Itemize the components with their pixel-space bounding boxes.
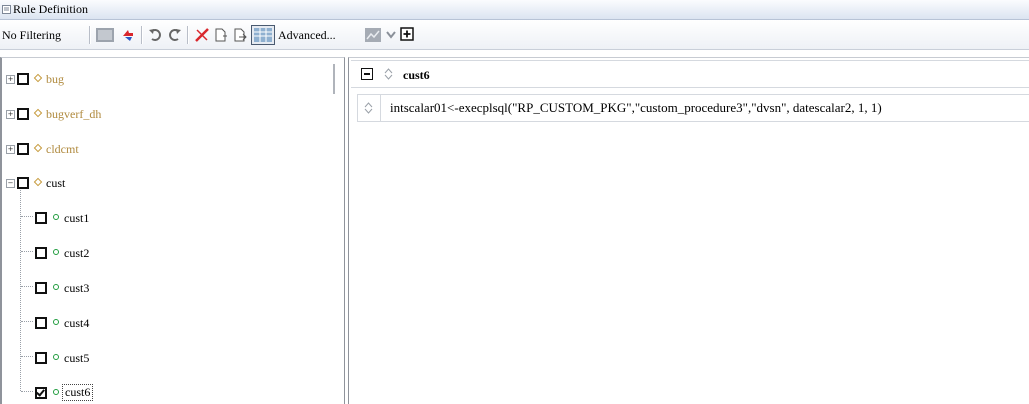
rule-icon (53, 284, 59, 290)
checkbox[interactable] (35, 317, 47, 329)
splitter-handle[interactable] (333, 64, 335, 94)
checkbox[interactable] (17, 177, 29, 189)
updown-icon[interactable] (384, 68, 393, 80)
expand-icon[interactable]: + (6, 75, 15, 84)
collapse-icon[interactable] (361, 68, 373, 80)
tree-item-label: cust2 (64, 246, 90, 260)
tree-item-label: bug (46, 72, 64, 86)
function-icon (33, 108, 43, 118)
chevron-down-icon[interactable] (386, 31, 396, 39)
rule-statement-row[interactable]: intscalar01<-execplsql("RP_CUSTOM_PKG","… (357, 94, 1029, 122)
tree-item-cust4[interactable]: cust4 (2, 316, 332, 332)
insert-before-icon[interactable] (214, 28, 228, 42)
tree-item-label: cust4 (64, 316, 90, 330)
window-title: Rule Definition (13, 2, 88, 16)
expand-icon[interactable]: + (6, 110, 15, 119)
function-icon (33, 143, 43, 153)
checkbox-checked[interactable] (35, 387, 47, 399)
checkbox[interactable] (35, 352, 47, 364)
checkbox[interactable] (35, 212, 47, 224)
swap-icon[interactable] (120, 27, 136, 43)
advanced-button[interactable]: Advanced... (278, 28, 336, 43)
tree-item-bug[interactable]: + bug (2, 72, 332, 88)
rule-editor-panel: cust6 intscalar01<-execplsql("RP_CUSTOM_… (348, 57, 1029, 404)
rule-name: cust6 (403, 68, 430, 82)
tree-item-label: cldcmt (46, 142, 79, 156)
tree-item-bugverf-dh[interactable]: + bugverf_dh (2, 107, 332, 123)
rule-tree-panel[interactable]: + bug + bugverf_dh + cldcmt − cust cust1… (0, 57, 345, 404)
tree-item-label: cust1 (64, 211, 90, 225)
tree-item-cust5[interactable]: cust5 (2, 351, 332, 367)
insert-after-icon[interactable] (233, 28, 247, 42)
redo-icon[interactable] (168, 28, 182, 42)
tree-item-cldcmt[interactable]: + cldcmt (2, 142, 332, 158)
expand-icon[interactable]: + (6, 145, 15, 154)
tree-item-label: cust6 (62, 384, 94, 401)
delete-icon[interactable] (194, 27, 210, 43)
checkbox[interactable] (35, 282, 47, 294)
checkbox[interactable] (17, 143, 29, 155)
toolbar-separator (89, 26, 91, 44)
toolbar-separator (141, 26, 143, 44)
rule-statement[interactable]: intscalar01<-execplsql("RP_CUSTOM_PKG","… (390, 100, 882, 116)
updown-icon[interactable] (364, 102, 373, 114)
grid-icon[interactable] (96, 28, 114, 42)
rule-icon (53, 319, 59, 325)
toolbar-separator (187, 26, 189, 44)
rule-icon (53, 214, 59, 220)
checkbox[interactable] (17, 73, 29, 85)
window-icon (2, 5, 11, 14)
tree-item-cust3[interactable]: cust3 (2, 281, 332, 297)
collapse-icon[interactable]: − (6, 179, 15, 188)
tree-item-label: cust (46, 176, 66, 190)
rule-icon (53, 389, 59, 395)
checkbox[interactable] (17, 108, 29, 120)
rule-icon (53, 249, 59, 255)
title-bar: Rule Definition (0, 0, 1029, 20)
tree-item-label: bugverf_dh (46, 107, 102, 121)
rule-header: cust6 (351, 60, 1029, 88)
toolbar: No Filtering Advanced... (0, 20, 1029, 50)
chart-icon[interactable] (365, 28, 381, 42)
tree-item-cust6[interactable]: cust6 (2, 384, 332, 402)
divider (380, 95, 381, 121)
table-view-icon[interactable] (251, 25, 275, 45)
add-icon[interactable] (400, 27, 414, 41)
tree-item-cust[interactable]: − cust (2, 176, 332, 192)
tree-item-cust1[interactable]: cust1 (2, 211, 332, 227)
checkbox[interactable] (35, 247, 47, 259)
tree-item-label: cust3 (64, 281, 90, 295)
function-icon (33, 177, 43, 187)
tree-item-cust2[interactable]: cust2 (2, 246, 332, 262)
undo-icon[interactable] (148, 28, 162, 42)
function-icon (33, 73, 43, 83)
filter-label[interactable]: No Filtering (2, 28, 61, 43)
tree-item-label: cust5 (64, 351, 90, 365)
rule-icon (53, 354, 59, 360)
